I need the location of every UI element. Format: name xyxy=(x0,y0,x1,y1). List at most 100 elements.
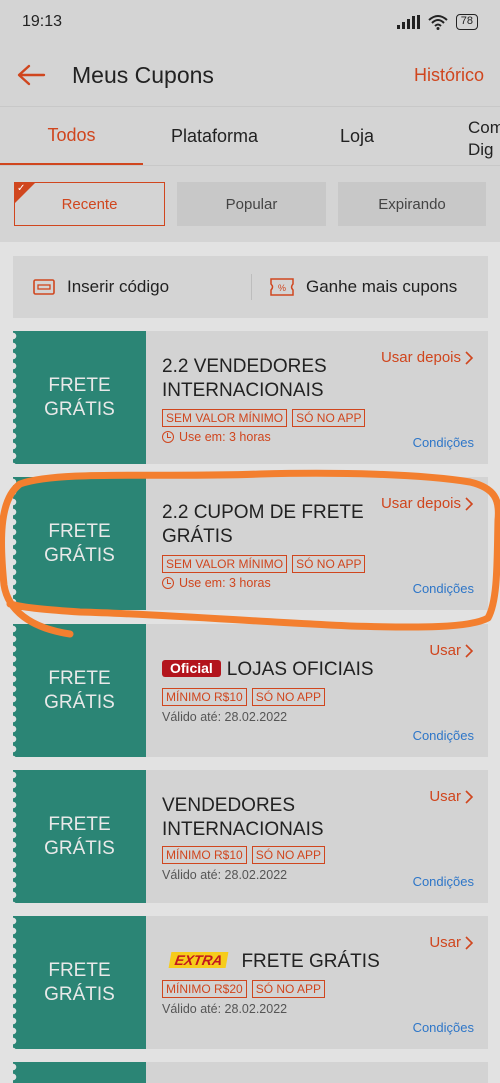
clock-icon xyxy=(162,577,174,589)
coupon-badge xyxy=(13,1062,146,1083)
chevron-right-icon xyxy=(465,496,474,511)
extra-brand-logo: EXTRA xyxy=(168,952,229,968)
back-arrow-icon[interactable] xyxy=(16,60,46,90)
filter-popular[interactable]: Popular xyxy=(177,182,326,226)
coupon-tag: SÓ NO APP xyxy=(292,555,366,573)
tab-plataforma[interactable]: Plataforma xyxy=(143,107,286,165)
insert-code-button[interactable]: Inserir código xyxy=(13,277,251,297)
coupon-tag: SÓ NO APP xyxy=(251,980,326,998)
badge-line: GRÁTIS xyxy=(44,544,115,566)
coupon-card-partial[interactable] xyxy=(13,1062,488,1083)
badge-line: GRÁTIS xyxy=(44,837,115,859)
filter-recent[interactable]: ✓ Recente xyxy=(14,182,165,226)
coupon-card[interactable]: FRETE GRÁTIS 2.2 CUPOM DE FRETE GRÁTIS SE… xyxy=(13,477,488,610)
coupon-badge: FRETE GRÁTIS xyxy=(13,477,146,610)
app-header: Meus Cupons Histórico xyxy=(0,44,500,106)
filter-recent-label: Recente xyxy=(61,195,118,213)
status-icons: 78 xyxy=(396,14,478,30)
tab-more-line2: Dig xyxy=(468,140,494,159)
badge-line: GRÁTIS xyxy=(44,983,115,1005)
tab-more[interactable]: Com Dig xyxy=(468,117,500,161)
coupon-tags: SEM VALOR MÍNIMO SÓ NO APP xyxy=(162,409,366,427)
conditions-link[interactable]: Condições xyxy=(413,581,474,596)
chevron-right-icon xyxy=(465,789,474,804)
coupon-tag: SÓ NO APP xyxy=(251,688,326,706)
coupon-expiry: Use em: 3 horas xyxy=(162,430,271,444)
tab-loja[interactable]: Loja xyxy=(286,107,428,165)
coupon-card[interactable]: FRETE GRÁTIS Oficial LOJAS OFICIAIS MÍNIMO… xyxy=(13,624,488,757)
earn-coupons-button[interactable]: % Ganhe mais cupons xyxy=(252,277,488,297)
badge-line: GRÁTIS xyxy=(44,691,115,713)
status-time: 19:13 xyxy=(22,13,63,30)
use-button[interactable]: Usar xyxy=(429,934,474,951)
use-label: Usar xyxy=(429,934,461,951)
coupon-badge: FRETE GRÁTIS xyxy=(13,916,146,1049)
coupon-card[interactable]: FRETE GRÁTIS 2.2 VENDEDORES INTERNACIONAI… xyxy=(13,331,488,464)
coupon-validity: Válido até: 28.02.2022 xyxy=(162,1002,288,1016)
coupon-tags: MÍNIMO R$20 SÓ NO APP xyxy=(162,980,326,998)
filter-expiring[interactable]: Expirando xyxy=(338,182,486,226)
use-later-button[interactable]: Usar depois xyxy=(381,495,474,512)
use-later-button[interactable]: Usar depois xyxy=(381,349,474,366)
coupon-body: Oficial LOJAS OFICIAIS MÍNIMO R$10 SÓ NO … xyxy=(162,624,474,757)
tab-todos[interactable]: Todos xyxy=(0,107,143,165)
coupon-card[interactable]: FRETE GRÁTIS EXTRA FRETE GRÁTIS MÍNIMO R$2… xyxy=(13,916,488,1049)
filter-bar: ✓ Recente Popular Expirando xyxy=(0,166,500,242)
coupon-validity: Válido até: 28.02.2022 xyxy=(162,710,288,724)
battery-icon: 78 xyxy=(455,14,478,30)
coupon-title: EXTRA FRETE GRÁTIS xyxy=(162,950,402,974)
coupon-card[interactable]: FRETE GRÁTIS VENDEDORES INTERNACIONAIS MÍ… xyxy=(13,770,488,903)
conditions-link[interactable]: Condições xyxy=(413,1020,474,1035)
badge-line: FRETE xyxy=(48,959,111,981)
conditions-link[interactable]: Condições xyxy=(413,874,474,889)
clock-icon xyxy=(162,431,174,443)
badge-line: FRETE xyxy=(48,667,111,689)
chevron-right-icon xyxy=(465,935,474,950)
badge-line: FRETE xyxy=(48,813,111,835)
wifi-icon xyxy=(428,15,448,30)
code-bar: Inserir código % Ganhe mais cupons xyxy=(13,256,488,318)
tab-more-line1: Com xyxy=(468,118,500,137)
coupon-body: 2.2 VENDEDORES INTERNACIONAIS SEM VALOR … xyxy=(162,331,474,464)
coupon-expiry-text: Use em: 3 horas xyxy=(179,430,271,444)
coupon-tags: MÍNIMO R$10 SÓ NO APP xyxy=(162,846,326,864)
coupon-title-text: FRETE GRÁTIS xyxy=(241,951,380,972)
use-button[interactable]: Usar xyxy=(429,788,474,805)
percent-ticket-icon: % xyxy=(270,278,294,296)
use-label: Usar xyxy=(429,788,461,805)
coupon-title: VENDEDORES INTERNACIONAIS xyxy=(162,795,324,840)
coupon-body: 2.2 CUPOM DE FRETE GRÁTIS SEM VALOR MÍNI… xyxy=(162,477,474,610)
earn-coupons-label: Ganhe mais cupons xyxy=(306,277,458,296)
coupon-badge: FRETE GRÁTIS xyxy=(13,770,146,903)
coupon-tags: MÍNIMO R$10 SÓ NO APP xyxy=(162,688,326,706)
badge-line: FRETE xyxy=(48,520,111,542)
check-icon: ✓ xyxy=(17,183,26,194)
coupon-body: EXTRA FRETE GRÁTIS MÍNIMO R$20 SÓ NO APP … xyxy=(162,916,474,1049)
coupon-expiry-text: Use em: 3 horas xyxy=(179,576,271,590)
coupon-tags: SEM VALOR MÍNIMO SÓ NO APP xyxy=(162,555,366,573)
conditions-link[interactable]: Condições xyxy=(413,435,474,450)
chevron-right-icon xyxy=(465,643,474,658)
coupon-badge: FRETE GRÁTIS xyxy=(13,624,146,757)
svg-text:%: % xyxy=(278,283,286,293)
coupon-tag: SEM VALOR MÍNIMO xyxy=(162,555,288,573)
coupon-tag: SEM VALOR MÍNIMO xyxy=(162,409,288,427)
coupon-tag: SÓ NO APP xyxy=(292,409,366,427)
official-brand-logo: Oficial xyxy=(162,660,221,677)
coupon-tag: MÍNIMO R$10 xyxy=(162,846,247,864)
coupon-title-text: LOJAS OFICIAIS xyxy=(226,659,374,680)
coupon-tag: SÓ NO APP xyxy=(251,846,326,864)
coupon-tabs: Todos Plataforma Loja Com Dig xyxy=(0,106,500,166)
coupon-expiry: Use em: 3 horas xyxy=(162,576,271,590)
coupon-tag: MÍNIMO R$10 xyxy=(162,688,247,706)
coupon-title: 2.2 CUPOM DE FRETE GRÁTIS xyxy=(162,502,364,547)
chevron-right-icon xyxy=(465,350,474,365)
status-bar: 19:13 78 xyxy=(0,0,500,44)
page-title: Meus Cupons xyxy=(72,61,214,88)
use-button[interactable]: Usar xyxy=(429,642,474,659)
use-later-label: Usar depois xyxy=(380,495,461,512)
history-link[interactable]: Histórico xyxy=(414,65,484,86)
conditions-link[interactable]: Condições xyxy=(413,728,474,743)
coupon-tag: MÍNIMO R$20 xyxy=(162,980,247,998)
coupon-body: VENDEDORES INTERNACIONAIS MÍNIMO R$10 SÓ… xyxy=(162,770,474,903)
